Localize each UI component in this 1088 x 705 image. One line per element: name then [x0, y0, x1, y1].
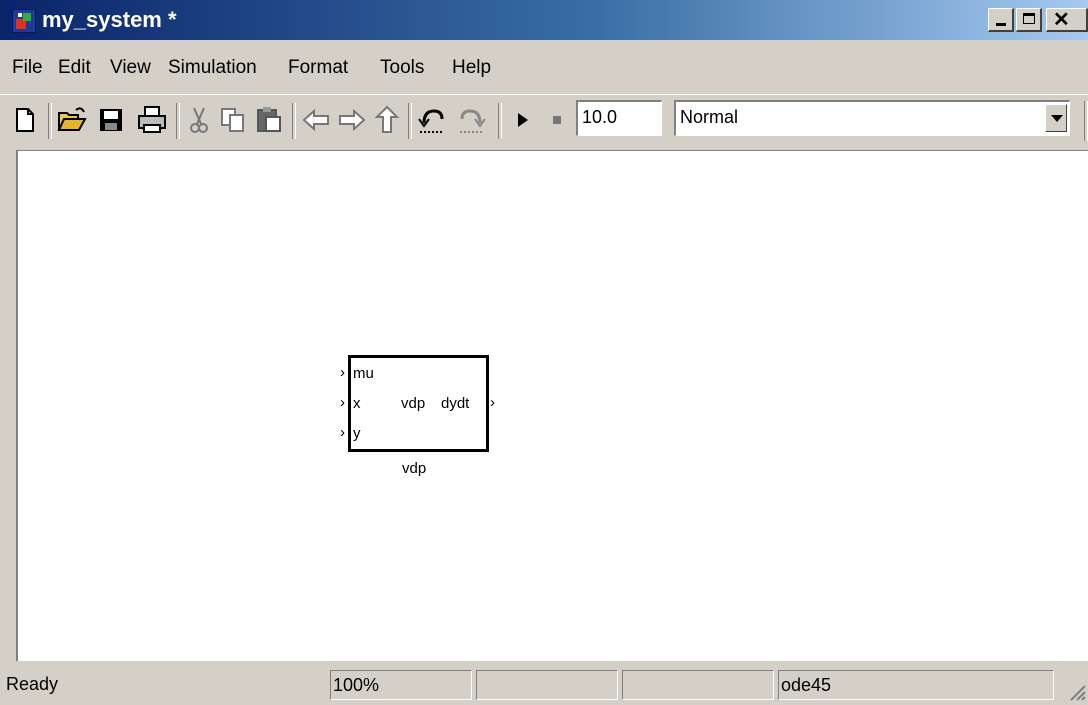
title-bar[interactable]: my_system * ✕	[0, 0, 1088, 40]
menu-format[interactable]: Format	[288, 56, 348, 80]
open-icon[interactable]	[56, 103, 87, 137]
paste-icon[interactable]	[254, 103, 284, 137]
copy-icon[interactable]	[218, 103, 248, 137]
input-port-mu[interactable]: mu	[353, 366, 374, 382]
simulink-app-icon[interactable]	[12, 9, 36, 33]
model-canvas[interactable]: › › › mu x y vdp dydt › vdp	[16, 150, 1088, 661]
cut-icon[interactable]	[184, 103, 214, 137]
block-name-label[interactable]: vdp	[402, 461, 426, 477]
resize-grip-icon[interactable]	[1066, 681, 1086, 701]
minimize-button[interactable]	[988, 8, 1014, 32]
block-function-name: vdp	[401, 395, 426, 412]
up-icon[interactable]	[372, 103, 402, 137]
input-port-y[interactable]: y	[353, 426, 361, 442]
toolbar-separator	[176, 103, 180, 139]
maximize-icon	[1023, 13, 1035, 24]
stop-icon[interactable]	[542, 103, 572, 137]
back-icon[interactable]	[300, 103, 330, 137]
print-icon[interactable]	[136, 103, 166, 137]
simulation-mode-value: Normal	[680, 107, 739, 127]
menu-view[interactable]: View	[110, 56, 151, 80]
close-button[interactable]: ✕	[1046, 8, 1088, 32]
menu-bar: File Edit View Simulation Format Tools H…	[0, 52, 1088, 84]
simulink-window: my_system * ✕ File Edit View Simulation …	[0, 0, 1088, 705]
status-cell-empty	[476, 670, 618, 700]
chevron-down-icon	[1051, 115, 1063, 122]
input-port-arrow: ›	[340, 424, 345, 441]
input-port-arrow: ›	[340, 394, 345, 411]
new-icon[interactable]	[10, 103, 40, 137]
toolbar: 10.0 Normal	[0, 94, 1088, 149]
menu-edit[interactable]: Edit	[58, 56, 91, 80]
toolbar-separator	[498, 103, 502, 139]
redo-icon[interactable]	[456, 103, 486, 137]
solver-name: ode45	[778, 670, 1054, 700]
dropdown-button[interactable]	[1045, 104, 1067, 132]
toolbar-edge	[1084, 101, 1088, 141]
toolbar-separator	[48, 103, 52, 139]
menu-tools[interactable]: Tools	[380, 56, 424, 80]
zoom-level: 100%	[330, 670, 472, 700]
toolbar-separator	[292, 103, 296, 139]
maximize-button[interactable]	[1016, 8, 1042, 32]
undo-icon[interactable]	[416, 103, 446, 137]
output-port-arrow: ›	[490, 394, 495, 411]
menu-file[interactable]: File	[12, 56, 43, 80]
minimize-icon	[996, 23, 1006, 26]
close-icon: ✕	[1053, 9, 1070, 31]
subsystem-block[interactable]: mu x y vdp dydt	[348, 355, 489, 452]
toolbar-separator	[408, 103, 412, 139]
forward-icon[interactable]	[336, 103, 366, 137]
menu-help[interactable]: Help	[452, 56, 491, 80]
simulation-mode-select[interactable]: Normal	[674, 100, 1070, 136]
status-bar: Ready 100% ode45	[0, 664, 1088, 705]
status-cell-empty	[622, 670, 774, 700]
save-icon[interactable]	[96, 103, 126, 137]
menu-simulation[interactable]: Simulation	[168, 56, 257, 80]
output-port-dydt[interactable]: dydt	[441, 396, 469, 412]
input-port-arrow: ›	[340, 364, 345, 381]
play-icon[interactable]	[508, 103, 538, 137]
stop-time-input[interactable]: 10.0	[576, 100, 662, 136]
window-title: my_system *	[42, 7, 177, 32]
status-text: Ready	[6, 674, 59, 694]
input-port-x[interactable]: x	[353, 396, 361, 412]
